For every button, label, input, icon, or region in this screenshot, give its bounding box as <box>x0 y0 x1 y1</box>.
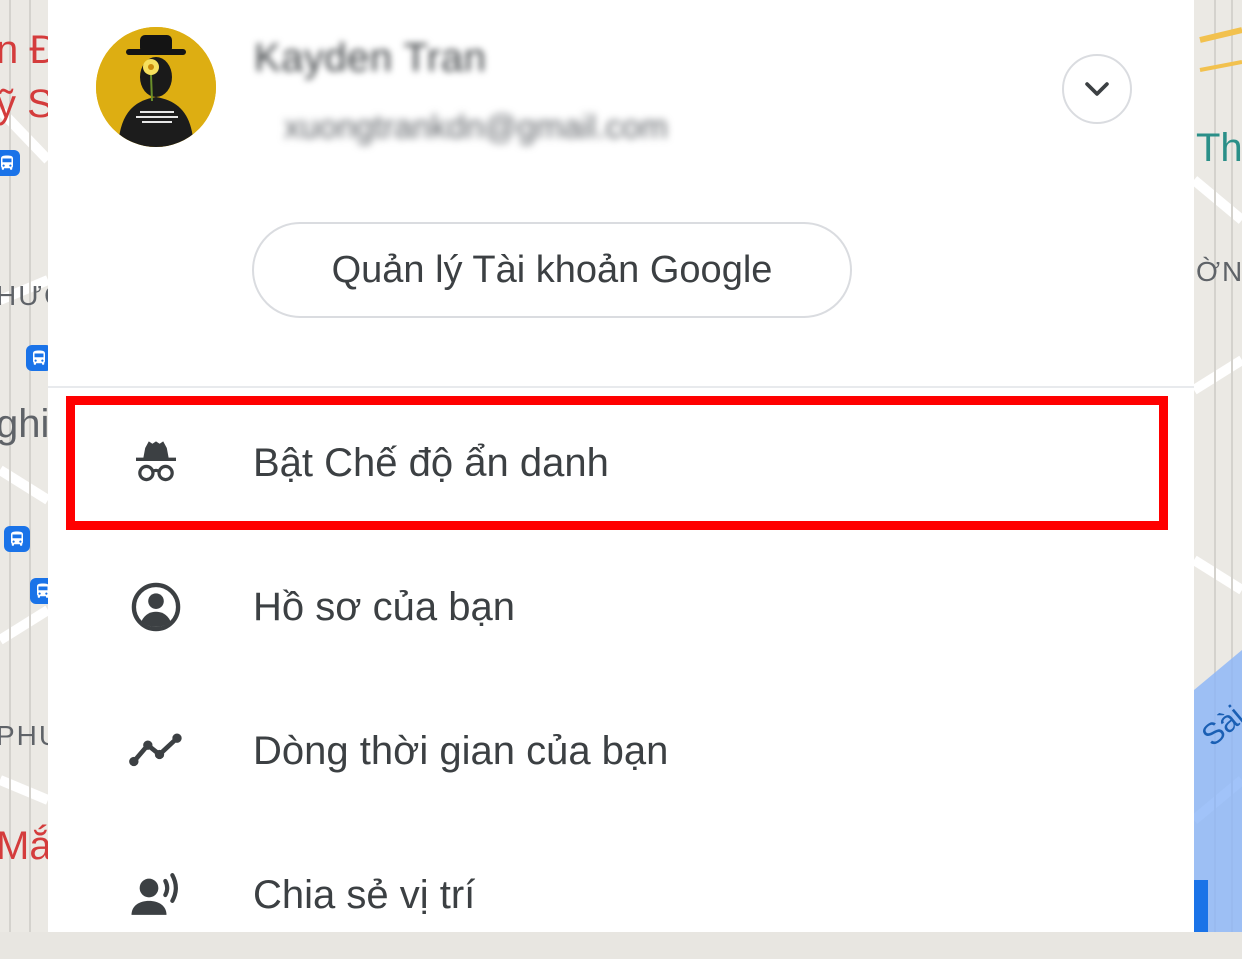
profile-photo-image <box>96 27 216 147</box>
menu-item-location-sharing[interactable]: Chia sẻ vị trí <box>48 831 1194 959</box>
menu-item-profile[interactable]: Hồ sơ của bạn <box>48 543 1194 671</box>
menu-item-timeline[interactable]: Dòng thời gian của bạn <box>48 687 1194 815</box>
bus-stop-icon <box>0 150 20 176</box>
menu-item-label: Chia sẻ vị trí <box>253 872 476 917</box>
menu-item-label: Hồ sơ của bạn <box>253 584 515 629</box>
menu-item-incognito[interactable]: Bật Chế độ ẩn danh <box>48 399 1194 527</box>
map-label: ghi <box>0 402 50 446</box>
map-label: Thá <box>1196 126 1242 170</box>
bus-stop-icon <box>4 526 30 552</box>
map-label: ỹ S <box>0 82 54 126</box>
menu-item-label: Dòng thời gian của bạn <box>253 728 669 773</box>
account-menu-sheet: Kayden Tran xuongtrankdn@gmail.com Quản … <box>48 0 1194 932</box>
avatar[interactable] <box>96 27 216 147</box>
map-label: ỜNG <box>1196 256 1242 287</box>
chevron-down-icon <box>1085 82 1109 96</box>
timeline-icon <box>128 723 184 779</box>
account-name: Kayden Tran <box>254 36 487 80</box>
manage-google-account-button[interactable]: Quản lý Tài khoản Google <box>252 222 852 318</box>
menu-item-label: Bật Chế độ ẩn danh <box>253 440 609 485</box>
incognito-icon <box>128 435 184 491</box>
account-circle-icon <box>128 579 184 635</box>
divider <box>48 386 1194 388</box>
account-email: xuongtrankdn@gmail.com <box>284 108 668 145</box>
location-sharing-icon <box>128 867 184 923</box>
account-switcher-button[interactable] <box>1062 54 1132 124</box>
